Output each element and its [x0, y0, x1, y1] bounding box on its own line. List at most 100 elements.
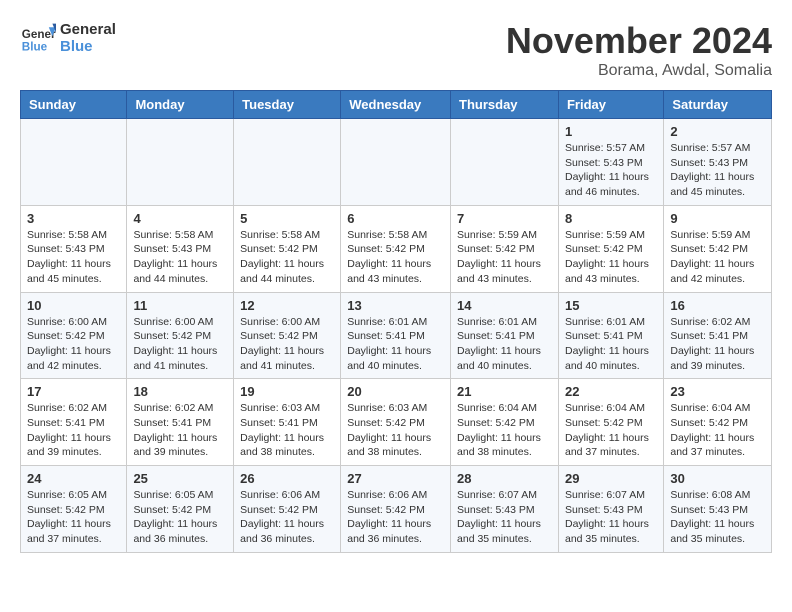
logo: General Blue General Blue [20, 20, 116, 56]
calendar-cell: 20 Sunrise: 6:03 AM Sunset: 5:42 PM Dayli… [341, 379, 451, 466]
calendar-cell: 14Sunrise: 6:01 AM Sunset: 5:41 PM Dayli… [451, 292, 559, 379]
day-number: 3 [27, 211, 120, 226]
calendar-cell: 12Sunrise: 6:00 AM Sunset: 5:42 PM Dayli… [234, 292, 341, 379]
day-number: 17 [27, 384, 120, 399]
day-number: 30 [670, 471, 765, 486]
day-number: 7 [457, 211, 552, 226]
day-info: Sunrise: 5:59 AM Sunset: 5:42 PM Dayligh… [670, 228, 765, 287]
day-info: Sunrise: 6:05 AM Sunset: 5:42 PM Dayligh… [27, 488, 120, 547]
calendar-cell: 26Sunrise: 6:06 AM Sunset: 5:42 PM Dayli… [234, 466, 341, 553]
calendar-week-2: 3 Sunrise: 5:58 AM Sunset: 5:43 PM Daylig… [21, 205, 772, 292]
weekday-header-sunday: Sunday [21, 91, 127, 119]
day-info: Sunrise: 6:04 AM Sunset: 5:42 PM Dayligh… [670, 401, 765, 460]
location: Borama, Awdal, Somalia [506, 62, 772, 80]
day-info: Sunrise: 6:00 AM Sunset: 5:42 PM Dayligh… [27, 315, 120, 374]
weekday-header-thursday: Thursday [451, 91, 559, 119]
day-info: Sunrise: 5:58 AM Sunset: 5:43 PM Dayligh… [27, 228, 120, 287]
day-info: Sunrise: 6:07 AM Sunset: 5:43 PM Dayligh… [565, 488, 657, 547]
svg-text:Blue: Blue [22, 41, 48, 54]
day-number: 10 [27, 298, 120, 313]
calendar-cell: 18Sunrise: 6:02 AM Sunset: 5:41 PM Dayli… [127, 379, 234, 466]
day-number: 29 [565, 471, 657, 486]
day-info: Sunrise: 6:08 AM Sunset: 5:43 PM Dayligh… [670, 488, 765, 547]
calendar-cell [234, 119, 341, 206]
day-info: Sunrise: 6:01 AM Sunset: 5:41 PM Dayligh… [457, 315, 552, 374]
day-number: 11 [133, 298, 227, 313]
calendar-cell: 10 Sunrise: 6:00 AM Sunset: 5:42 PM Dayli… [21, 292, 127, 379]
day-info: Sunrise: 6:04 AM Sunset: 5:42 PM Dayligh… [457, 401, 552, 460]
day-number: 23 [670, 384, 765, 399]
calendar-cell: 15 Sunrise: 6:01 AM Sunset: 5:41 PM Dayli… [558, 292, 663, 379]
day-info: Sunrise: 5:58 AM Sunset: 5:42 PM Dayligh… [240, 228, 334, 287]
logo-general: General [60, 21, 116, 38]
title-section: November 2024 Borama, Awdal, Somalia [506, 20, 772, 80]
day-info: Sunrise: 6:00 AM Sunset: 5:42 PM Dayligh… [133, 315, 227, 374]
day-info: Sunrise: 6:07 AM Sunset: 5:43 PM Dayligh… [457, 488, 552, 547]
calendar-cell: 11 Sunrise: 6:00 AM Sunset: 5:42 PM Dayli… [127, 292, 234, 379]
calendar-table: SundayMondayTuesdayWednesdayThursdayFrid… [20, 90, 772, 553]
day-number: 21 [457, 384, 552, 399]
page-header: General Blue General Blue November 2024 … [20, 20, 772, 80]
calendar-cell [341, 119, 451, 206]
calendar-cell: 29 Sunrise: 6:07 AM Sunset: 5:43 PM Dayli… [558, 466, 663, 553]
day-number: 25 [133, 471, 227, 486]
day-info: Sunrise: 6:02 AM Sunset: 5:41 PM Dayligh… [27, 401, 120, 460]
day-info: Sunrise: 6:03 AM Sunset: 5:42 PM Dayligh… [347, 401, 444, 460]
day-info: Sunrise: 6:04 AM Sunset: 5:42 PM Dayligh… [565, 401, 657, 460]
day-number: 13 [347, 298, 444, 313]
day-info: Sunrise: 5:58 AM Sunset: 5:42 PM Dayligh… [347, 228, 444, 287]
calendar-cell: 7 Sunrise: 5:59 AM Sunset: 5:42 PM Daylig… [451, 205, 559, 292]
day-info: Sunrise: 6:06 AM Sunset: 5:42 PM Dayligh… [347, 488, 444, 547]
day-number: 2 [670, 124, 765, 139]
calendar-cell [127, 119, 234, 206]
calendar-cell [21, 119, 127, 206]
day-number: 1 [565, 124, 657, 139]
calendar-week-1: 1 Sunrise: 5:57 AM Sunset: 5:43 PM Daylig… [21, 119, 772, 206]
calendar-week-5: 24 Sunrise: 6:05 AM Sunset: 5:42 PM Dayli… [21, 466, 772, 553]
calendar-week-4: 17 Sunrise: 6:02 AM Sunset: 5:41 PM Dayli… [21, 379, 772, 466]
calendar-week-3: 10 Sunrise: 6:00 AM Sunset: 5:42 PM Dayli… [21, 292, 772, 379]
calendar-cell: 28 Sunrise: 6:07 AM Sunset: 5:43 PM Dayli… [451, 466, 559, 553]
day-info: Sunrise: 6:02 AM Sunset: 5:41 PM Dayligh… [133, 401, 227, 460]
logo-blue: Blue [60, 38, 116, 55]
day-info: Sunrise: 6:06 AM Sunset: 5:42 PM Dayligh… [240, 488, 334, 547]
day-info: Sunrise: 5:57 AM Sunset: 5:43 PM Dayligh… [565, 141, 657, 200]
day-number: 27 [347, 471, 444, 486]
calendar-cell: 2Sunrise: 5:57 AM Sunset: 5:43 PM Daylig… [664, 119, 772, 206]
day-info: Sunrise: 6:03 AM Sunset: 5:41 PM Dayligh… [240, 401, 334, 460]
calendar-cell: 13 Sunrise: 6:01 AM Sunset: 5:41 PM Dayli… [341, 292, 451, 379]
calendar-cell: 9 Sunrise: 5:59 AM Sunset: 5:42 PM Daylig… [664, 205, 772, 292]
calendar-cell: 17 Sunrise: 6:02 AM Sunset: 5:41 PM Dayli… [21, 379, 127, 466]
day-info: Sunrise: 6:00 AM Sunset: 5:42 PM Dayligh… [240, 315, 334, 374]
day-number: 22 [565, 384, 657, 399]
calendar-cell: 4Sunrise: 5:58 AM Sunset: 5:43 PM Daylig… [127, 205, 234, 292]
weekday-header-wednesday: Wednesday [341, 91, 451, 119]
logo-icon: General Blue [20, 20, 56, 56]
weekday-header-monday: Monday [127, 91, 234, 119]
calendar-cell: 1 Sunrise: 5:57 AM Sunset: 5:43 PM Daylig… [558, 119, 663, 206]
calendar-cell: 27 Sunrise: 6:06 AM Sunset: 5:42 PM Dayli… [341, 466, 451, 553]
day-number: 24 [27, 471, 120, 486]
day-number: 28 [457, 471, 552, 486]
weekday-header-friday: Friday [558, 91, 663, 119]
calendar-cell: 22 Sunrise: 6:04 AM Sunset: 5:42 PM Dayli… [558, 379, 663, 466]
calendar-cell: 21 Sunrise: 6:04 AM Sunset: 5:42 PM Dayli… [451, 379, 559, 466]
day-info: Sunrise: 6:02 AM Sunset: 5:41 PM Dayligh… [670, 315, 765, 374]
day-number: 9 [670, 211, 765, 226]
day-number: 15 [565, 298, 657, 313]
day-number: 16 [670, 298, 765, 313]
day-info: Sunrise: 6:01 AM Sunset: 5:41 PM Dayligh… [347, 315, 444, 374]
weekday-header-saturday: Saturday [664, 91, 772, 119]
calendar-cell: 23 Sunrise: 6:04 AM Sunset: 5:42 PM Dayli… [664, 379, 772, 466]
calendar-cell: 16 Sunrise: 6:02 AM Sunset: 5:41 PM Dayli… [664, 292, 772, 379]
day-number: 19 [240, 384, 334, 399]
calendar-cell: 19 Sunrise: 6:03 AM Sunset: 5:41 PM Dayli… [234, 379, 341, 466]
day-info: Sunrise: 6:01 AM Sunset: 5:41 PM Dayligh… [565, 315, 657, 374]
day-info: Sunrise: 5:59 AM Sunset: 5:42 PM Dayligh… [565, 228, 657, 287]
calendar-cell: 5Sunrise: 5:58 AM Sunset: 5:42 PM Daylig… [234, 205, 341, 292]
calendar-cell: 24 Sunrise: 6:05 AM Sunset: 5:42 PM Dayli… [21, 466, 127, 553]
day-number: 8 [565, 211, 657, 226]
calendar-cell [451, 119, 559, 206]
day-info: Sunrise: 5:59 AM Sunset: 5:42 PM Dayligh… [457, 228, 552, 287]
day-number: 20 [347, 384, 444, 399]
